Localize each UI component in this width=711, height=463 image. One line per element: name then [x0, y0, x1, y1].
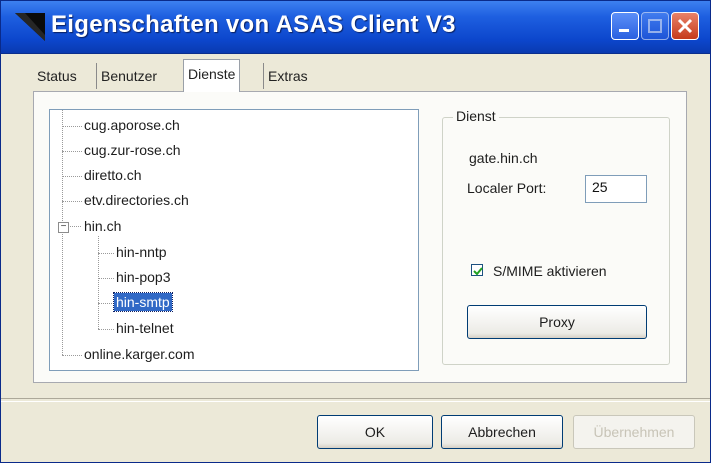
collapse-toggle-icon[interactable]: − [58, 222, 69, 233]
maximize-icon [648, 19, 662, 33]
ok-button[interactable]: OK [317, 415, 433, 449]
properties-dialog: Eigenschaften von ASAS Client V3 Status … [0, 0, 711, 463]
tab-benutzer[interactable]: Benutzer [96, 63, 161, 89]
tree-item-hin-pop3[interactable]: hin-pop3 [116, 268, 171, 286]
apply-button[interactable]: Übernehmen [573, 415, 695, 449]
proxy-button[interactable]: Proxy [467, 305, 647, 339]
minimize-icon [619, 29, 629, 32]
local-port-label: Localer Port: [467, 180, 547, 196]
tree-line [62, 176, 82, 177]
tree-line [62, 355, 82, 356]
tree-line [62, 201, 82, 202]
tab-extras[interactable]: Extras [263, 63, 312, 89]
smime-label: S/MIME aktivieren [493, 263, 607, 279]
footer-divider [1, 398, 710, 402]
close-icon [677, 18, 693, 34]
tree-item-cug-zur-rose[interactable]: cug.zur-rose.ch [84, 141, 180, 159]
tree-line [98, 329, 114, 330]
tree-item-hin-smtp[interactable]: hin-smtp [113, 292, 173, 312]
app-icon [15, 13, 45, 41]
tree-line [62, 126, 82, 127]
tree-item-diretto[interactable]: diretto.ch [84, 166, 142, 184]
tab-status[interactable]: Status [33, 63, 81, 89]
tree-line [62, 151, 82, 152]
cancel-button[interactable]: Abbrechen [441, 415, 563, 449]
tree-line [98, 278, 114, 279]
tab-dienste[interactable]: Dienste [183, 59, 241, 92]
tree-line [67, 226, 81, 227]
tree-item-hin-nntp[interactable]: hin-nntp [116, 243, 167, 261]
window-title: Eigenschaften von ASAS Client V3 [51, 11, 456, 38]
tree-line [98, 303, 114, 304]
tree-item-hin-telnet[interactable]: hin-telnet [116, 319, 174, 337]
tree-line [98, 236, 99, 329]
close-button[interactable] [671, 12, 699, 40]
tree-item-etv-directories[interactable]: etv.directories.ch [84, 191, 189, 209]
tree-item-hin[interactable]: hin.ch [84, 217, 121, 235]
minimize-button[interactable] [611, 12, 639, 40]
smime-checkbox[interactable] [471, 264, 483, 276]
tree-line [98, 253, 114, 254]
tree-item-online-karger[interactable]: online.karger.com [84, 345, 195, 363]
dienst-legend: Dienst [453, 108, 499, 124]
tree-item-cug-aporose[interactable]: cug.aporose.ch [84, 116, 180, 134]
title-bar[interactable]: Eigenschaften von ASAS Client V3 [1, 1, 710, 54]
checkmark-icon [473, 267, 483, 276]
service-tree[interactable]: − cug.aporose.ch cug.zur-rose.ch diretto… [49, 109, 419, 371]
service-host: gate.hin.ch [469, 150, 538, 166]
local-port-input[interactable]: 25 [585, 175, 647, 203]
maximize-button[interactable] [641, 12, 669, 40]
